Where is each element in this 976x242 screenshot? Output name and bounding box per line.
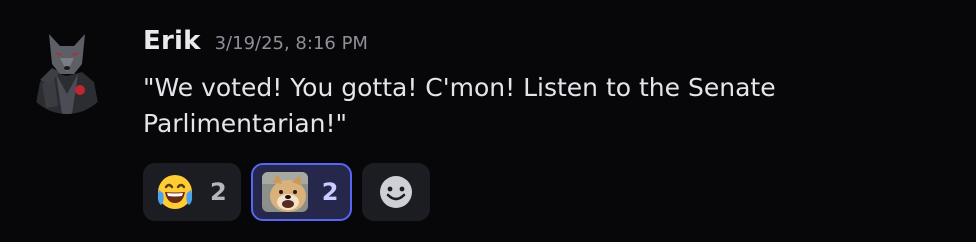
reaction-count: 2 (321, 178, 339, 206)
message-text: "We voted! You gotta! C'mon! Listen to t… (143, 73, 776, 138)
reactions-bar: 2 2 (143, 163, 431, 221)
username[interactable]: Erik (143, 26, 201, 56)
dog-custom-emoji-icon (261, 172, 308, 212)
timestamp[interactable]: 3/19/25, 8:16 PM (215, 33, 368, 54)
joy-emoji-icon (157, 175, 193, 209)
reaction-count: 2 (210, 178, 227, 206)
wolf-avatar-icon (22, 24, 112, 114)
reaction-joy[interactable]: 2 (143, 163, 241, 221)
message-content: Erik 3/19/25, 8:16 PM "We voted! You got… (143, 26, 943, 142)
avatar[interactable] (22, 24, 112, 114)
smiley-face-icon (380, 176, 413, 208)
reaction-dog[interactable]: 2 (250, 163, 353, 221)
message-header: Erik 3/19/25, 8:16 PM (143, 26, 943, 64)
add-reaction-button[interactable] (362, 163, 431, 221)
chat-message: Erik 3/19/25, 8:16 PM "We voted! You got… (0, 0, 976, 242)
